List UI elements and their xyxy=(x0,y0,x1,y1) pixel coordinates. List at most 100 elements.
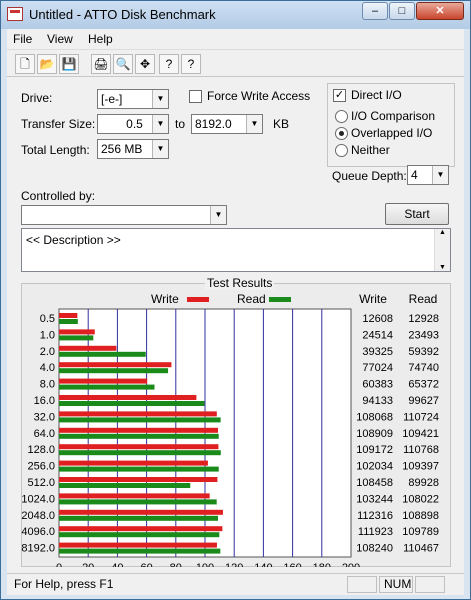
x-tick-label: 80 xyxy=(170,562,182,567)
move-icon[interactable]: ✥ xyxy=(135,54,155,74)
read-value: 99627 xyxy=(408,395,439,407)
write-bar xyxy=(59,378,148,384)
queue-depth-select[interactable]: 4 ▼ xyxy=(407,165,449,185)
drive-value: [-e-] xyxy=(101,92,123,106)
close-button[interactable]: ✕ xyxy=(416,2,464,20)
io-comparison-radio[interactable] xyxy=(335,110,348,123)
start-button[interactable]: Start xyxy=(385,203,449,225)
overlapped-io-radio[interactable] xyxy=(335,127,348,140)
menu-file[interactable]: File xyxy=(13,32,32,46)
y-tick-label: 64.0 xyxy=(34,428,55,440)
app-icon xyxy=(7,7,23,21)
app-window: Untitled - ATTO Disk Benchmark – □ ✕ Fil… xyxy=(0,0,471,600)
transfer-from-value: 0.5 xyxy=(126,117,143,131)
direct-io-checkbox[interactable]: ✓ xyxy=(333,89,346,102)
write-value: 24514 xyxy=(362,329,393,341)
write-bar xyxy=(59,460,208,466)
scroll-up-icon[interactable]: ▲ xyxy=(435,229,450,236)
print-preview-icon[interactable]: 🔍 xyxy=(113,54,133,74)
chevron-down-icon[interactable]: ▼ xyxy=(246,115,262,133)
y-tick-label: 32.0 xyxy=(34,411,55,423)
write-value: 103244 xyxy=(356,493,393,505)
write-value: 12608 xyxy=(362,313,393,325)
write-bar xyxy=(59,542,217,548)
new-icon[interactable]: 🗋 xyxy=(15,54,35,74)
context-help-icon[interactable]: ? xyxy=(181,54,201,74)
read-bar xyxy=(59,483,191,488)
write-value: 102034 xyxy=(356,461,393,473)
description-scrollbar[interactable]: ▲ ▼ xyxy=(434,229,450,271)
window-title: Untitled - ATTO Disk Benchmark xyxy=(29,7,216,22)
y-tick-label: 2048.0 xyxy=(21,510,55,522)
drive-select[interactable]: [-e-] ▼ xyxy=(97,89,169,109)
y-tick-label: 1024.0 xyxy=(21,493,55,505)
queue-depth-label: Queue Depth: xyxy=(332,169,407,183)
legend-write-label: Write xyxy=(151,292,179,306)
force-write-label: Force Write Access xyxy=(207,89,311,103)
legend-write-swatch xyxy=(187,297,209,302)
menu-help[interactable]: Help xyxy=(88,32,113,46)
write-value: 108458 xyxy=(356,477,393,489)
neither-radio[interactable] xyxy=(335,144,348,157)
force-write-checkbox[interactable] xyxy=(189,90,202,103)
transfer-rate-chart: Write Read Write Read 0 20 40 60 80 100 120 140 160 1… xyxy=(21,292,439,567)
write-value: 112316 xyxy=(357,510,393,522)
menu-bar: File View Help xyxy=(7,29,464,49)
write-bar xyxy=(59,411,217,417)
kb-label: KB xyxy=(273,117,290,131)
toolbar: 🗋 📂 💾 🖨 🔍 ✥ ? ? xyxy=(7,49,464,77)
write-value: 109172 xyxy=(356,444,393,456)
read-value: 109789 xyxy=(402,526,439,538)
x-tick-label: 40 xyxy=(111,562,123,567)
read-value: 23493 xyxy=(408,329,439,341)
chevron-down-icon[interactable]: ▼ xyxy=(152,115,168,133)
write-bar xyxy=(59,395,197,400)
print-icon[interactable]: 🖨 xyxy=(91,54,111,74)
chevron-down-icon[interactable]: ▼ xyxy=(152,90,168,108)
chevron-down-icon[interactable]: ▼ xyxy=(152,140,168,158)
read-value: 89928 xyxy=(408,477,439,489)
y-tick-label: 8192.0 xyxy=(21,543,55,555)
total-length-select[interactable]: 256 MB ▼ xyxy=(97,139,169,159)
write-value: 111923 xyxy=(358,526,393,538)
read-value: 110467 xyxy=(403,543,439,555)
y-tick-label: 256.0 xyxy=(27,461,55,473)
write-bar xyxy=(59,362,172,368)
read-value: 109421 xyxy=(402,428,439,440)
read-bar xyxy=(59,384,155,390)
x-tick-label: 120 xyxy=(225,562,243,567)
transfer-to-select[interactable]: 8192.0 ▼ xyxy=(191,114,263,134)
save-icon[interactable]: 💾 xyxy=(59,54,79,74)
queue-depth-value: 4 xyxy=(411,168,418,182)
scroll-down-icon[interactable]: ▼ xyxy=(435,264,450,271)
to-label: to xyxy=(175,117,186,131)
maximize-button[interactable]: □ xyxy=(389,2,415,20)
transfer-from-select[interactable]: 0.5 ▼ xyxy=(97,114,169,134)
open-icon[interactable]: 📂 xyxy=(37,54,57,74)
y-tick-label: 4.0 xyxy=(40,362,55,374)
help-icon[interactable]: ? xyxy=(159,54,179,74)
chevron-down-icon[interactable]: ▼ xyxy=(210,206,226,224)
total-length-value: 256 MB xyxy=(101,142,143,156)
title-bar[interactable]: Untitled - ATTO Disk Benchmark – □ ✕ xyxy=(1,1,470,29)
read-bar xyxy=(59,335,94,341)
status-help-text: For Help, press F1 xyxy=(14,577,114,591)
read-value: 65372 xyxy=(408,379,439,391)
x-tick-label: 60 xyxy=(140,562,152,567)
description-box[interactable]: << Description >> ▲ ▼ xyxy=(21,228,451,272)
minimize-button[interactable]: – xyxy=(362,2,388,20)
menu-view[interactable]: View xyxy=(47,32,73,46)
chevron-down-icon[interactable]: ▼ xyxy=(432,166,448,184)
legend-read-label: Read xyxy=(237,292,266,306)
read-bar xyxy=(59,368,169,374)
write-bar xyxy=(59,526,223,532)
read-bar xyxy=(59,433,219,439)
main-panel: Drive: [-e-] ▼ Force Write Access ✓ Dire… xyxy=(7,77,464,573)
io-comparison-label: I/O Comparison xyxy=(351,109,436,123)
write-value: 60383 xyxy=(362,379,393,391)
write-bar xyxy=(59,427,218,433)
read-value: 109397 xyxy=(402,461,439,473)
read-bar xyxy=(59,319,78,324)
transfer-to-value: 8192.0 xyxy=(195,117,232,131)
controlled-by-select[interactable]: ▼ xyxy=(21,205,227,225)
